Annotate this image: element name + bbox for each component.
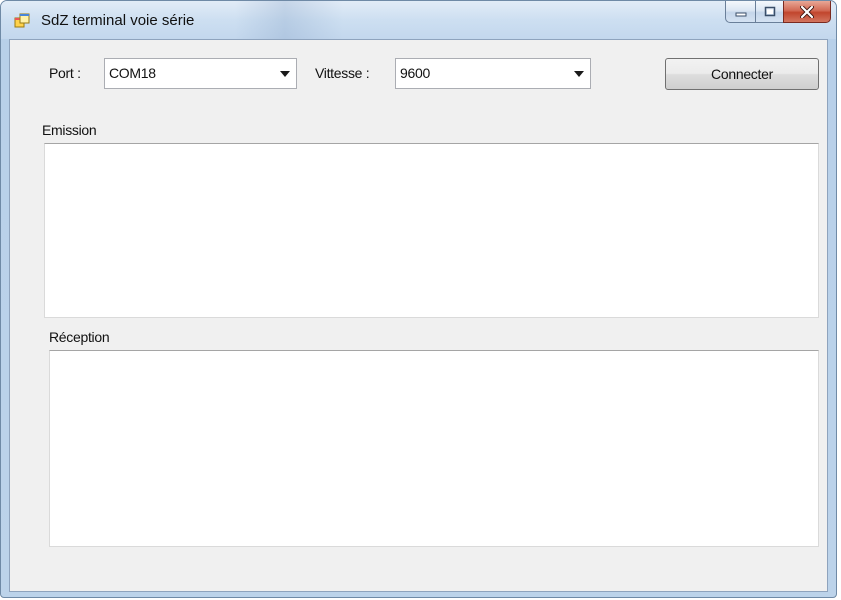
speed-label: Vittesse :: [315, 65, 370, 81]
window-title: SdZ terminal voie série: [41, 12, 195, 29]
form-client-area: Port : COM18 Vittesse : 9600 Connecter E…: [9, 39, 828, 592]
maximize-icon: [764, 6, 775, 17]
emission-label: Emission: [42, 122, 97, 138]
emission-textbox[interactable]: [44, 143, 819, 318]
caption-buttons: [725, 1, 831, 23]
close-button[interactable]: [783, 1, 831, 23]
connect-button[interactable]: Connecter: [665, 58, 819, 90]
minimize-icon: [735, 12, 746, 16]
reception-label: Réception: [49, 329, 110, 345]
port-label: Port :: [49, 65, 81, 81]
chevron-down-icon[interactable]: [574, 71, 584, 77]
speed-select[interactable]: 9600: [395, 58, 591, 89]
app-icon: [14, 13, 30, 28]
chevron-down-icon[interactable]: [280, 71, 290, 77]
app-window: SdZ terminal voie série Port: COM18 Vit…: [0, 0, 837, 598]
title-bar[interactable]: SdZ terminal voie série: [1, 1, 836, 39]
port-select-value: COM18: [109, 65, 156, 81]
speed-select-value: 9600: [400, 65, 430, 81]
maximize-button[interactable]: [755, 1, 783, 23]
port-select[interactable]: COM18: [104, 58, 297, 89]
minimize-button[interactable]: [725, 1, 755, 23]
reception-textbox[interactable]: [49, 350, 819, 547]
close-icon: [800, 5, 814, 18]
